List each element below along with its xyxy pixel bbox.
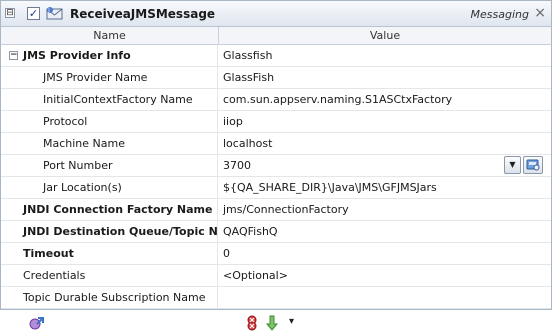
browse-icon (526, 159, 540, 171)
row-value[interactable]: <Optional> (219, 265, 551, 286)
stop-icon[interactable] (245, 315, 263, 331)
row-name: InitialContextFactory Name (1, 89, 218, 110)
row-value[interactable]: jms/ConnectionFactory (219, 199, 551, 220)
property-grid: − JMS Provider Info Glassfish JMS Provid… (0, 45, 552, 310)
table-row[interactable]: Jar Location(s) ${QA_SHARE_DIR}\Java\JMS… (1, 177, 551, 199)
row-value[interactable]: ${QA_SHARE_DIR}\Java\JMS\GFJMSJars (219, 177, 551, 198)
step-header: ⊟ ✓ J ReceiveaJMSMessage Messaging × (0, 0, 552, 27)
table-row[interactable]: JNDI Destination Queue/Topic Na QAQFishQ (1, 221, 551, 243)
footer-toolbar: ▾ (0, 311, 552, 334)
row-name: Protocol (1, 111, 218, 132)
column-name-header: Name (93, 29, 126, 42)
arrow-down-icon[interactable] (263, 315, 281, 331)
step-panel: ⊟ ✓ J ReceiveaJMSMessage Messaging × Nam… (0, 0, 552, 334)
table-row[interactable]: Timeout 0 (1, 243, 551, 265)
row-name: Credentials (1, 265, 218, 286)
table-row[interactable]: − JMS Provider Info Glassfish (1, 45, 551, 67)
row-value[interactable]: QAQFishQ (219, 221, 551, 242)
table-row[interactable]: Topic Durable Subscription Name (1, 287, 551, 309)
table-row[interactable]: JMS Provider Name GlassFish (1, 67, 551, 89)
row-value: 3700 (223, 159, 251, 172)
row-value[interactable]: 0 (219, 243, 551, 264)
row-name: JNDI Connection Factory Name (1, 199, 218, 220)
connect-icon[interactable] (28, 315, 46, 331)
row-value[interactable]: localhost (219, 133, 551, 154)
svg-text:J: J (47, 8, 49, 14)
browse-button[interactable] (523, 156, 543, 174)
row-name: Machine Name (1, 133, 218, 154)
row-value[interactable]: iiop (219, 111, 551, 132)
row-name: Port Number (1, 155, 218, 176)
port-value[interactable]: 3700 ▼ (219, 155, 551, 176)
dropdown-arrow-icon[interactable]: ▾ (289, 316, 294, 327)
column-header: Name Value (0, 27, 552, 45)
table-row[interactable]: InitialContextFactory Name com.sun.appse… (1, 89, 551, 111)
table-row[interactable]: JNDI Connection Factory Name jms/Connect… (1, 199, 551, 221)
table-row[interactable]: Machine Name localhost (1, 133, 551, 155)
close-icon[interactable]: × (534, 5, 546, 21)
step-title: ReceiveaJMSMessage (70, 7, 216, 21)
collapse-icon[interactable]: ⊟ (5, 8, 15, 18)
collapse-group-icon[interactable]: − (9, 51, 18, 60)
row-value[interactable]: com.sun.appserv.naming.S1ASCtxFactory (219, 89, 551, 110)
column-value-header: Value (369, 29, 401, 42)
row-name: Topic Durable Subscription Name (1, 287, 218, 308)
jms-message-icon: J (46, 7, 63, 20)
row-value[interactable]: GlassFish (219, 67, 551, 88)
enable-checkbox[interactable]: ✓ (27, 7, 40, 20)
row-name: JMS Provider Info (23, 49, 131, 62)
row-value[interactable]: Glassfish (219, 45, 551, 66)
table-row[interactable]: Credentials <Optional> (1, 265, 551, 287)
table-row[interactable]: Protocol iiop (1, 111, 551, 133)
step-category: Messaging (470, 8, 529, 21)
row-name: JMS Provider Name (1, 67, 218, 88)
row-name: JNDI Destination Queue/Topic Na (1, 221, 218, 242)
row-name: Timeout (1, 243, 218, 264)
row-name: Jar Location(s) (1, 177, 218, 198)
table-row[interactable]: Port Number 3700 ▼ (1, 155, 551, 177)
dropdown-button[interactable]: ▼ (504, 156, 521, 174)
row-value[interactable] (219, 287, 551, 308)
